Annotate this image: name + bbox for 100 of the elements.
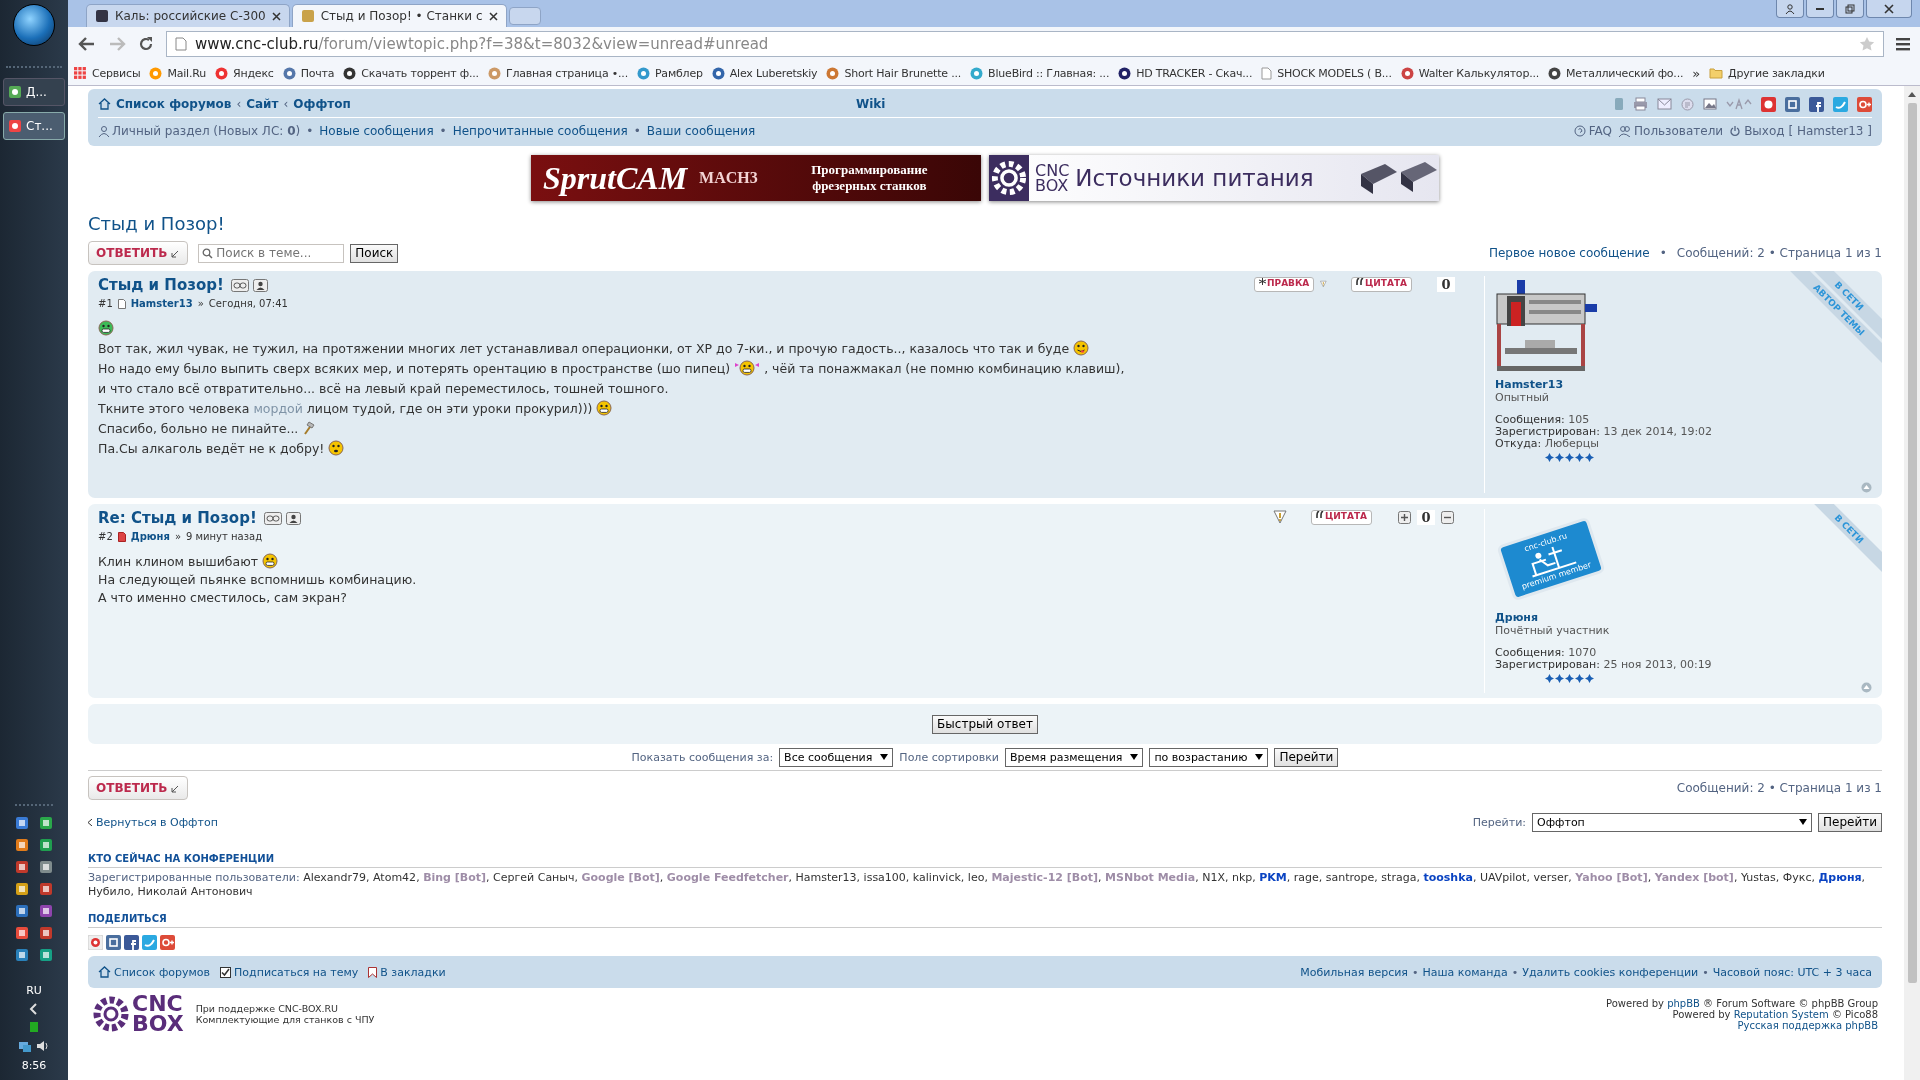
author-link[interactable]: Hamster13 bbox=[130, 298, 193, 309]
footer-link[interactable]: В закладки bbox=[368, 965, 446, 979]
link-icon[interactable] bbox=[263, 511, 282, 525]
minus-icon[interactable] bbox=[1440, 511, 1454, 524]
footer-link[interactable]: Список форумов bbox=[98, 965, 211, 979]
warning-icon[interactable] bbox=[1272, 510, 1287, 524]
network-icon[interactable] bbox=[18, 1039, 32, 1053]
close-icon[interactable] bbox=[271, 11, 281, 21]
post-icon[interactable] bbox=[117, 531, 126, 542]
footer-link[interactable]: Наша команда bbox=[1422, 965, 1508, 979]
credit-link[interactable]: phpBB bbox=[1667, 997, 1700, 1009]
go-button[interactable]: Перейти bbox=[1818, 812, 1882, 832]
nav-link[interactable]: Новые сообщения bbox=[319, 124, 434, 138]
user-icon[interactable] bbox=[252, 278, 268, 292]
chevron-icon[interactable] bbox=[29, 1003, 39, 1015]
menu-icon[interactable] bbox=[1896, 37, 1910, 51]
nav-link[interactable]: Выход [ Hamster13 ] bbox=[1729, 124, 1872, 138]
username-link[interactable]: Yustas bbox=[1740, 871, 1776, 884]
tray-icon[interactable] bbox=[39, 904, 53, 918]
post-icon[interactable] bbox=[117, 298, 126, 309]
start-orb-icon[interactable] bbox=[13, 4, 55, 46]
tray-icon[interactable] bbox=[39, 816, 53, 830]
post-title[interactable]: Re: Стыд и Позор! bbox=[98, 509, 257, 527]
advert-banner[interactable]: SprutCAM MACH3 Программирование фрезерных станков bbox=[531, 155, 981, 201]
bookmark[interactable]: Сервисы bbox=[74, 66, 141, 80]
credit-link[interactable]: Русская поддержка phpBB bbox=[1737, 1019, 1878, 1031]
more-bookmarks-button[interactable]: » bbox=[1692, 65, 1701, 81]
close-button[interactable] bbox=[1866, 0, 1912, 18]
restore-button[interactable] bbox=[1836, 0, 1864, 18]
username-link[interactable]: PKM bbox=[1259, 871, 1287, 884]
days-select[interactable]: Все сообщения bbox=[779, 747, 894, 767]
username-link[interactable]: Сергей Саныч bbox=[493, 871, 575, 884]
bookmark[interactable]: Walter Калькулятор... bbox=[1400, 66, 1540, 80]
tray-icon[interactable] bbox=[15, 860, 29, 874]
search-button[interactable]: Поиск bbox=[350, 243, 399, 263]
quote-button[interactable]: ЦИТАТА bbox=[1350, 277, 1412, 292]
nav-link[interactable]: FAQ bbox=[1573, 124, 1612, 138]
scrollbar-thumb[interactable] bbox=[1907, 103, 1917, 983]
taskbar-button[interactable]: Д... bbox=[3, 78, 65, 106]
tray-icon[interactable] bbox=[39, 948, 53, 962]
username-link[interactable]: rage bbox=[1293, 871, 1319, 884]
bookmark[interactable]: Short Hair Brunette ... bbox=[826, 66, 962, 80]
bookmark[interactable]: Главная страница •... bbox=[487, 66, 628, 80]
taskbar-button[interactable]: Ст... bbox=[3, 112, 65, 140]
nav-link[interactable]: Непрочитанные сообщения bbox=[452, 124, 628, 138]
bookmark[interactable]: Скачать торрент ф... bbox=[343, 66, 479, 80]
reload-icon[interactable] bbox=[138, 36, 154, 52]
forum-jump-select[interactable]: Оффтоп bbox=[1532, 812, 1812, 832]
reply-button[interactable]: ОТВЕТИТЬ bbox=[88, 776, 189, 800]
bookmark[interactable]: SHOCK MODELS ( B... bbox=[1261, 66, 1392, 80]
profile-username[interactable]: Дрюня bbox=[1495, 611, 1872, 624]
profile-username[interactable]: Hamster13 bbox=[1495, 378, 1872, 391]
nav-link[interactable]: Ваши сообщения bbox=[646, 124, 756, 138]
bookmark[interactable]: Alex Luberetskiy bbox=[711, 66, 818, 80]
vk-icon[interactable] bbox=[106, 935, 121, 950]
vk-icon[interactable] bbox=[1785, 96, 1800, 112]
first-new-post-link[interactable]: Первое новое сообщение bbox=[1488, 246, 1650, 260]
bookmark[interactable]: HD TRACKER - Скач... bbox=[1118, 66, 1253, 80]
breadcrumb-link[interactable]: Сайт bbox=[246, 97, 279, 111]
minimize-button[interactable] bbox=[1806, 0, 1834, 18]
speaker-icon[interactable] bbox=[36, 1039, 50, 1053]
google-plus-icon[interactable] bbox=[1857, 96, 1872, 112]
username-link[interactable]: kalinvick bbox=[912, 871, 961, 884]
tray-icon[interactable] bbox=[39, 860, 53, 874]
back-link[interactable]: Вернуться в Оффтоп bbox=[88, 815, 218, 829]
go-button[interactable]: Перейти bbox=[1274, 747, 1339, 767]
wiki-link[interactable]: Wiki bbox=[856, 97, 1614, 111]
credit-link[interactable]: Reputation System bbox=[1733, 1008, 1829, 1020]
username-link[interactable]: Atom42 bbox=[373, 871, 417, 884]
footer-link[interactable]: Мобильная версия bbox=[1300, 965, 1408, 979]
share-icon[interactable] bbox=[1761, 96, 1776, 112]
author-link[interactable]: Дрюня bbox=[130, 531, 170, 542]
battery-icon[interactable] bbox=[29, 1021, 39, 1033]
star-icon[interactable] bbox=[1859, 36, 1875, 52]
profile-button[interactable] bbox=[1776, 0, 1804, 18]
personal-section-link[interactable]: Личный раздел (Новых ЛС: 0) bbox=[112, 124, 301, 138]
tray-icon[interactable] bbox=[15, 904, 29, 918]
post-title[interactable]: Стыд и Позор! bbox=[98, 276, 224, 294]
username-link[interactable]: tooshka bbox=[1423, 871, 1473, 884]
tray-icon[interactable] bbox=[39, 838, 53, 852]
tray-icon[interactable] bbox=[15, 926, 29, 940]
username-link[interactable]: Alexandr79 bbox=[303, 871, 367, 884]
logo-text[interactable]: CNC BOX bbox=[132, 994, 184, 1034]
browser-tab[interactable]: Стыд и Позор! • Станки с bbox=[291, 4, 507, 27]
edit-button[interactable]: ПРАВКА bbox=[1254, 277, 1315, 292]
user-icon[interactable] bbox=[285, 511, 301, 525]
search-field[interactable]: Поиск в теме... bbox=[198, 243, 345, 263]
nav-link[interactable]: Пользователи bbox=[1618, 124, 1724, 138]
username-link[interactable]: issa100 bbox=[863, 871, 906, 884]
footer-link[interactable]: Подписаться на тему bbox=[220, 965, 359, 979]
google-plus-icon[interactable] bbox=[160, 935, 175, 950]
share-icon[interactable] bbox=[88, 935, 103, 950]
tray-icon[interactable] bbox=[15, 882, 29, 896]
other-bookmarks-folder[interactable]: Другие закладки bbox=[1709, 66, 1825, 80]
browser-tab[interactable]: Каль: российские С-300 bbox=[86, 4, 290, 27]
tray-icon[interactable] bbox=[39, 926, 53, 940]
tray-icon[interactable] bbox=[39, 882, 53, 896]
scrollbar[interactable] bbox=[1904, 86, 1920, 1080]
print-icon[interactable] bbox=[1633, 97, 1648, 111]
quick-reply-button[interactable]: Быстрый ответ bbox=[932, 714, 1038, 734]
